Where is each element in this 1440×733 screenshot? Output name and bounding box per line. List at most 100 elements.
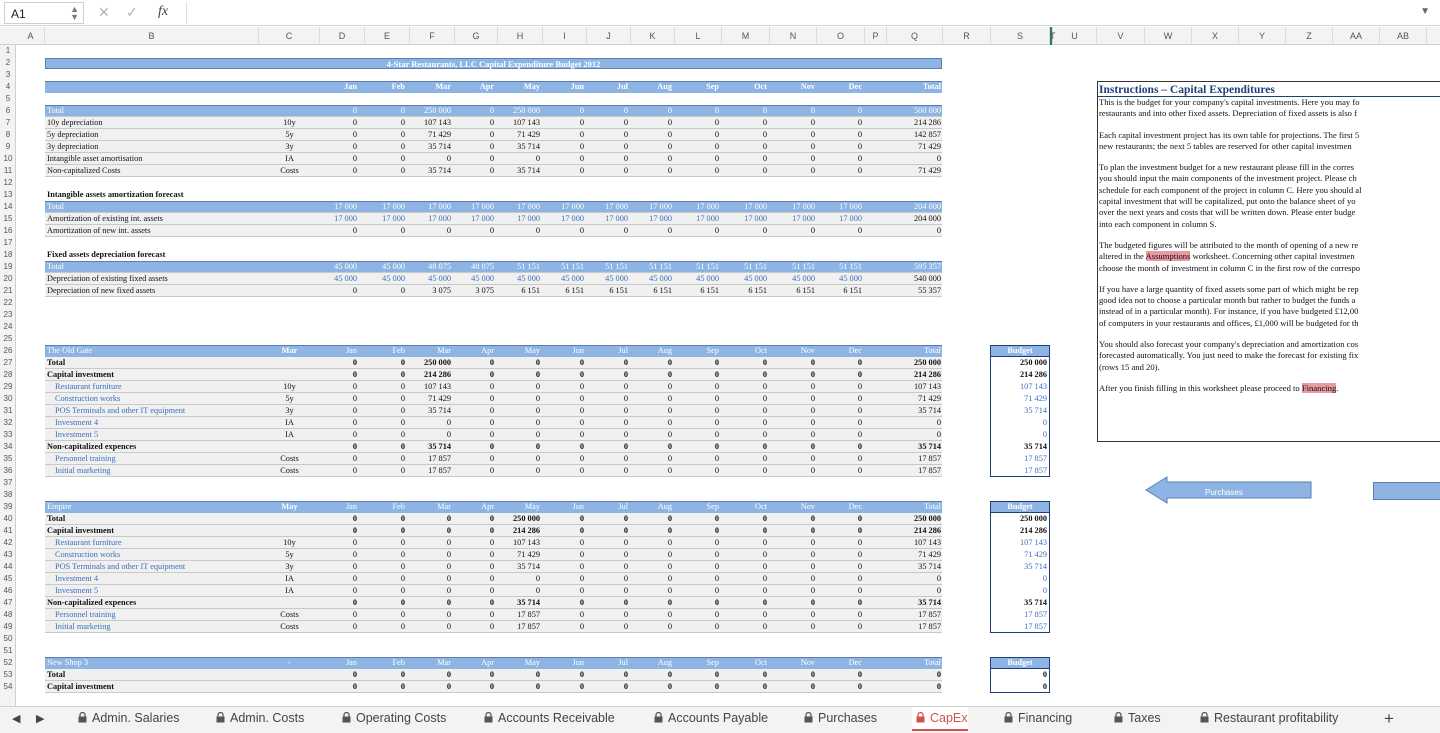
column-header-c[interactable]: C: [259, 27, 320, 45]
budget-value[interactable]: 0: [991, 417, 1047, 429]
row-header-31[interactable]: 31: [0, 405, 15, 417]
cancel-icon[interactable]: ✕: [98, 4, 110, 21]
row-header-41[interactable]: 41: [0, 525, 15, 537]
row-header-36[interactable]: 36: [0, 465, 15, 477]
chevron-down-icon[interactable]: ▼: [1420, 6, 1430, 17]
month-header[interactable]: Apr: [454, 81, 494, 93]
month-header[interactable]: Sep: [679, 501, 719, 513]
tab-financing[interactable]: Financing: [1000, 707, 1072, 731]
month-header[interactable]: Oct: [727, 657, 767, 669]
row-header-28[interactable]: 28: [0, 369, 15, 381]
row-header-15[interactable]: 15: [0, 213, 15, 225]
budget-value[interactable]: 35 714: [991, 405, 1047, 417]
column-header-q[interactable]: Q: [887, 27, 943, 45]
month-header[interactable]: Jan: [317, 345, 357, 357]
month-header[interactable]: May: [500, 657, 540, 669]
month-header[interactable]: May: [500, 345, 540, 357]
month-header[interactable]: Mar: [411, 345, 451, 357]
row-header-33[interactable]: 33: [0, 429, 15, 441]
budget-value[interactable]: 0: [991, 573, 1047, 585]
row-header-30[interactable]: 30: [0, 393, 15, 405]
project-name[interactable]: New Shop 3: [47, 657, 88, 669]
month-header[interactable]: Oct: [727, 501, 767, 513]
name-box[interactable]: A1 ▲ ▼: [4, 2, 84, 24]
row-header-18[interactable]: 18: [0, 249, 15, 261]
month-header[interactable]: Jul: [588, 501, 628, 513]
column-header-l[interactable]: L: [675, 27, 722, 45]
budget-value[interactable]: 0: [991, 681, 1047, 693]
month-header[interactable]: Jan: [317, 657, 357, 669]
budget-value[interactable]: 17 857: [991, 621, 1047, 633]
row-header-21[interactable]: 21: [0, 285, 15, 297]
budget-value[interactable]: 17 857: [991, 465, 1047, 477]
budget-header[interactable]: Budget: [990, 501, 1050, 513]
row-header-52[interactable]: 52: [0, 657, 15, 669]
month-header[interactable]: Dec: [822, 81, 862, 93]
assumptions-link[interactable]: Assumptions: [1145, 251, 1191, 262]
row-header-12[interactable]: 12: [0, 177, 15, 189]
month-header[interactable]: Mar: [411, 657, 451, 669]
budget-header[interactable]: Budget: [990, 345, 1050, 357]
column-header-w[interactable]: W: [1145, 27, 1192, 45]
row-header-20[interactable]: 20: [0, 273, 15, 285]
column-header-aa[interactable]: AA: [1333, 27, 1380, 45]
month-header[interactable]: Nov: [775, 501, 815, 513]
month-header[interactable]: Mar: [411, 81, 451, 93]
month-header[interactable]: Apr: [454, 345, 494, 357]
month-header[interactable]: Sep: [679, 81, 719, 93]
row-header-34[interactable]: 34: [0, 441, 15, 453]
budget-value[interactable]: 214 286: [991, 369, 1047, 381]
row-header-27[interactable]: 27: [0, 357, 15, 369]
column-header-h[interactable]: H: [498, 27, 543, 45]
budget-value[interactable]: 107 143: [991, 537, 1047, 549]
month-header[interactable]: Feb: [365, 657, 405, 669]
row-header-10[interactable]: 10: [0, 153, 15, 165]
month-header[interactable]: Mar: [411, 501, 451, 513]
column-header-k[interactable]: K: [631, 27, 675, 45]
add-sheet-button[interactable]: +: [1384, 709, 1394, 729]
tab-accounts-payable[interactable]: Accounts Payable: [650, 707, 768, 731]
tab-accounts-receivable[interactable]: Accounts Receivable: [480, 707, 615, 731]
row-header-40[interactable]: 40: [0, 513, 15, 525]
budget-header[interactable]: Budget: [990, 657, 1050, 669]
budget-value[interactable]: 35 714: [991, 441, 1047, 453]
row-header-38[interactable]: 38: [0, 489, 15, 501]
row-header-11[interactable]: 11: [0, 165, 15, 177]
budget-value[interactable]: 71 429: [991, 549, 1047, 561]
month-header[interactable]: Jul: [588, 81, 628, 93]
budget-value[interactable]: 35 714: [991, 561, 1047, 573]
row-header-25[interactable]: 25: [0, 333, 15, 345]
next-button[interactable]: Fi: [1373, 482, 1440, 500]
month-header[interactable]: Jun: [544, 345, 584, 357]
financing-link[interactable]: Financing: [1301, 382, 1337, 393]
budget-value[interactable]: 17 857: [991, 453, 1047, 465]
month-header[interactable]: Sep: [679, 345, 719, 357]
month-header[interactable]: Jul: [588, 345, 628, 357]
fixed-assets-heading[interactable]: Fixed assets depreciation forecast: [47, 249, 165, 261]
month-header[interactable]: Feb: [365, 501, 405, 513]
row-header-2[interactable]: 2: [0, 57, 15, 69]
column-header-f[interactable]: F: [410, 27, 455, 45]
month-header[interactable]: Jun: [544, 657, 584, 669]
column-header-m[interactable]: M: [722, 27, 770, 45]
row-header-1[interactable]: 1: [0, 45, 15, 57]
column-header-n[interactable]: N: [770, 27, 817, 45]
opening-month[interactable]: May: [259, 501, 320, 513]
budget-value[interactable]: 107 143: [991, 381, 1047, 393]
month-header[interactable]: Jun: [544, 81, 584, 93]
tab-restaurant-profitability[interactable]: Restaurant profitability: [1196, 707, 1338, 731]
month-header[interactable]: May: [500, 81, 540, 93]
budget-value[interactable]: 0: [991, 585, 1047, 597]
sheet-grid[interactable]: 4-Star Restaurants, LLC Capital Expendit…: [17, 45, 1440, 706]
column-header-a[interactable]: A: [17, 27, 45, 45]
row-header-9[interactable]: 9: [0, 141, 15, 153]
month-header[interactable]: Dec: [822, 501, 862, 513]
row-header-46[interactable]: 46: [0, 585, 15, 597]
month-header[interactable]: Aug: [632, 81, 672, 93]
month-header[interactable]: Feb: [365, 81, 405, 93]
month-header[interactable]: Jan: [317, 501, 357, 513]
total-header[interactable]: Total: [891, 657, 941, 669]
name-box-stepper-icon[interactable]: ▲ ▼: [70, 5, 79, 22]
month-header[interactable]: Oct: [727, 345, 767, 357]
row-header-14[interactable]: 14: [0, 201, 15, 213]
